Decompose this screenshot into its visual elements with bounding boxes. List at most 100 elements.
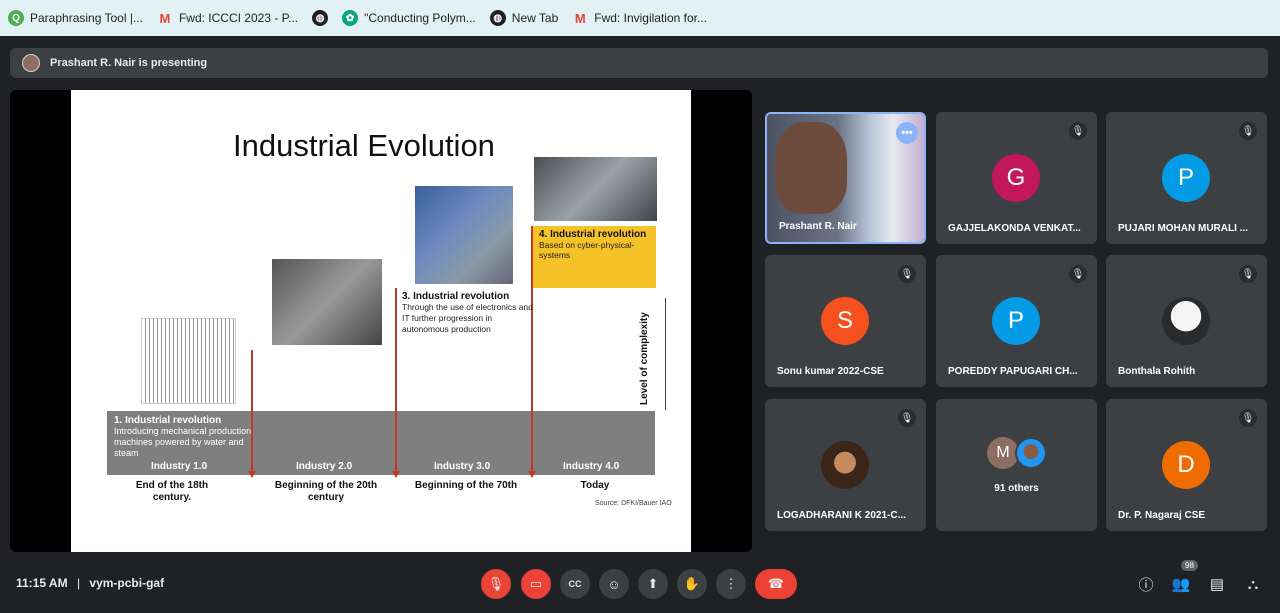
mic-off-icon: 🎙 xyxy=(487,576,505,591)
participant-name: Prashant R. Nair xyxy=(779,221,857,232)
emoji-icon: ☺ xyxy=(607,576,621,592)
meeting-info: 11:15 AM | vym-pcbi-gaf xyxy=(16,576,164,590)
separator: | xyxy=(76,576,81,590)
leave-call-button[interactable]: ☎ xyxy=(755,569,797,599)
people-button[interactable]: 👥 xyxy=(1171,574,1191,594)
rev3-text: Through the use of electronics and IT fu… xyxy=(402,302,533,334)
rev3-description: 3. Industrial revolution Through the use… xyxy=(402,291,537,335)
rev4-description: 4. Industrial revolution Based on cyber-… xyxy=(533,226,656,288)
rev4-text: Based on cyber-physical-systems xyxy=(539,240,635,260)
mic-off-icon: 🎙 xyxy=(1239,122,1257,140)
source-label: Source: DFKI/Bauer IAO xyxy=(595,500,672,507)
participant-tile-others[interactable]: M 91 others xyxy=(936,399,1097,531)
gmail-icon: M xyxy=(159,10,171,26)
quillbot-icon: Q xyxy=(8,10,24,26)
presenter-face xyxy=(775,122,847,214)
slide-title: Industrial Evolution xyxy=(233,128,495,163)
bookmark-conducting-polymers[interactable]: ✿ "Conducting Polym... xyxy=(342,10,476,26)
bookmark-iccci[interactable]: M Fwd: ICCCI 2023 - P... xyxy=(157,10,299,26)
more-options-icon[interactable]: ••• xyxy=(896,122,918,144)
people-count-badge: 98 xyxy=(1181,560,1198,571)
participant-tile[interactable]: 🎙 S Sonu kumar 2022-CSE xyxy=(765,255,926,387)
participant-tile[interactable]: ••• Prashant R. Nair xyxy=(765,112,926,244)
captions-button[interactable]: CC xyxy=(560,569,590,599)
present-screen-icon: ⬆ xyxy=(647,576,659,591)
assembly-line-image xyxy=(272,259,382,345)
participant-name: LOGADHARANI K 2021-C... xyxy=(777,510,906,521)
participant-name: Bonthala Rohith xyxy=(1118,366,1196,377)
rev3-title: 3. Industrial revolution xyxy=(402,291,510,302)
rev1-description: 1. Industrial revolution Introducing mec… xyxy=(114,415,254,459)
avatar xyxy=(1162,297,1210,345)
industrial-robot-image xyxy=(415,186,513,284)
bookmark-label: Fwd: ICCCI 2023 - P... xyxy=(178,11,299,25)
timeline-arrow xyxy=(392,471,400,478)
presenting-text: Prashant R. Nair is presenting xyxy=(50,57,208,69)
participant-name: PUJARI MOHAN MURALI ... xyxy=(1118,223,1248,234)
avatar: P xyxy=(992,297,1040,345)
era-label: Today xyxy=(580,480,610,491)
smartphone-image xyxy=(534,157,657,221)
people-icon: 👥 xyxy=(1171,576,1191,593)
era-label: End of the 18th century. xyxy=(135,480,209,503)
participant-tile[interactable]: 🎙 P POREDDY PAPUGARI CH... xyxy=(936,255,1097,387)
avatar: D xyxy=(1162,441,1210,489)
era-label: Beginning of the 70th xyxy=(414,480,518,491)
chat-button[interactable]: ▤ xyxy=(1207,574,1227,594)
meeting-details-button[interactable]: ⓘ xyxy=(1136,574,1156,594)
participant-name: POREDDY PAPUGARI CH... xyxy=(948,366,1078,377)
avatar xyxy=(22,54,40,72)
bookmark-label: New Tab xyxy=(511,11,559,25)
mic-off-icon: 🎙 xyxy=(1239,265,1257,283)
raise-hand-button[interactable]: ✋ xyxy=(677,569,707,599)
timeline-marker xyxy=(395,288,397,472)
participant-tile[interactable]: 🎙 Bonthala Rohith xyxy=(1106,255,1267,387)
industry-label: Industry 3.0 xyxy=(434,461,491,472)
chatgpt-icon: ✿ xyxy=(342,10,359,26)
bookmark-paraphrasing[interactable]: Q Paraphrasing Tool |... xyxy=(8,10,143,26)
complexity-arrow xyxy=(665,298,666,410)
bookmarks-bar: Q Paraphrasing Tool |... M Fwd: ICCCI 20… xyxy=(0,0,1280,36)
camera-toggle-button[interactable]: ▭ xyxy=(521,569,551,599)
rev1-text: Introducing mechanical production machin… xyxy=(114,426,252,458)
avatar: G xyxy=(992,154,1040,202)
industry-label: Industry 2.0 xyxy=(296,461,353,472)
present-button[interactable]: ⬆ xyxy=(638,569,668,599)
industry-label: Industry 1.0 xyxy=(151,461,208,472)
timeline-arrow xyxy=(528,471,536,478)
avatar: P xyxy=(1162,154,1210,202)
control-bar: 11:15 AM | vym-pcbi-gaf 🎙 ▭ CC ☺ ⬆ ✋ ⋮ ☎… xyxy=(0,560,1280,613)
hangup-icon: ☎ xyxy=(767,576,785,591)
participant-tile[interactable]: 🎙 P PUJARI MOHAN MURALI ... xyxy=(1106,112,1267,244)
rev4-title: 4. Industrial revolution xyxy=(539,229,647,240)
more-vert-icon: ⋮ xyxy=(724,576,738,591)
mic-off-icon: 🎙 xyxy=(1239,409,1257,427)
activities-button[interactable]: ⛬ xyxy=(1243,574,1263,594)
more-options-button[interactable]: ⋮ xyxy=(716,569,746,599)
captions-icon: CC xyxy=(568,579,582,589)
participant-tile[interactable]: 🎙 LOGADHARANI K 2021-C... xyxy=(765,399,926,531)
bookmark-globe[interactable]: ◍ xyxy=(312,10,329,26)
gmail-icon: M xyxy=(574,10,586,26)
participant-tile[interactable]: 🎙 G GAJJELAKONDA VENKAT... xyxy=(936,112,1097,244)
participant-name: GAJJELAKONDA VENKAT... xyxy=(948,223,1081,234)
complexity-label: Level of complexity xyxy=(639,312,650,405)
info-icon: ⓘ xyxy=(1138,576,1154,594)
bookmark-label: Fwd: Invigilation for... xyxy=(594,11,707,25)
timeline-arrow xyxy=(248,471,256,478)
bookmark-label: "Conducting Polym... xyxy=(364,11,476,25)
bookmark-new-tab[interactable]: ◍ New Tab xyxy=(489,10,559,26)
mic-off-icon: 🎙 xyxy=(1069,122,1087,140)
avatar: S xyxy=(821,297,869,345)
avatar xyxy=(1015,437,1047,469)
mic-toggle-button[interactable]: 🎙 xyxy=(481,569,511,599)
reactions-button[interactable]: ☺ xyxy=(599,569,629,599)
bookmark-invigilation[interactable]: M Fwd: Invigilation for... xyxy=(572,10,707,26)
steam-machine-image xyxy=(141,318,236,404)
activities-icon: ⛬ xyxy=(1247,575,1259,593)
participant-tile[interactable]: 🎙 D Dr. P. Nagaraj CSE xyxy=(1106,399,1267,531)
participant-name: Sonu kumar 2022-CSE xyxy=(777,366,884,377)
mic-off-icon: 🎙 xyxy=(898,409,916,427)
others-count: 91 others xyxy=(994,483,1039,494)
rev1-title: 1. Industrial revolution xyxy=(114,415,222,426)
